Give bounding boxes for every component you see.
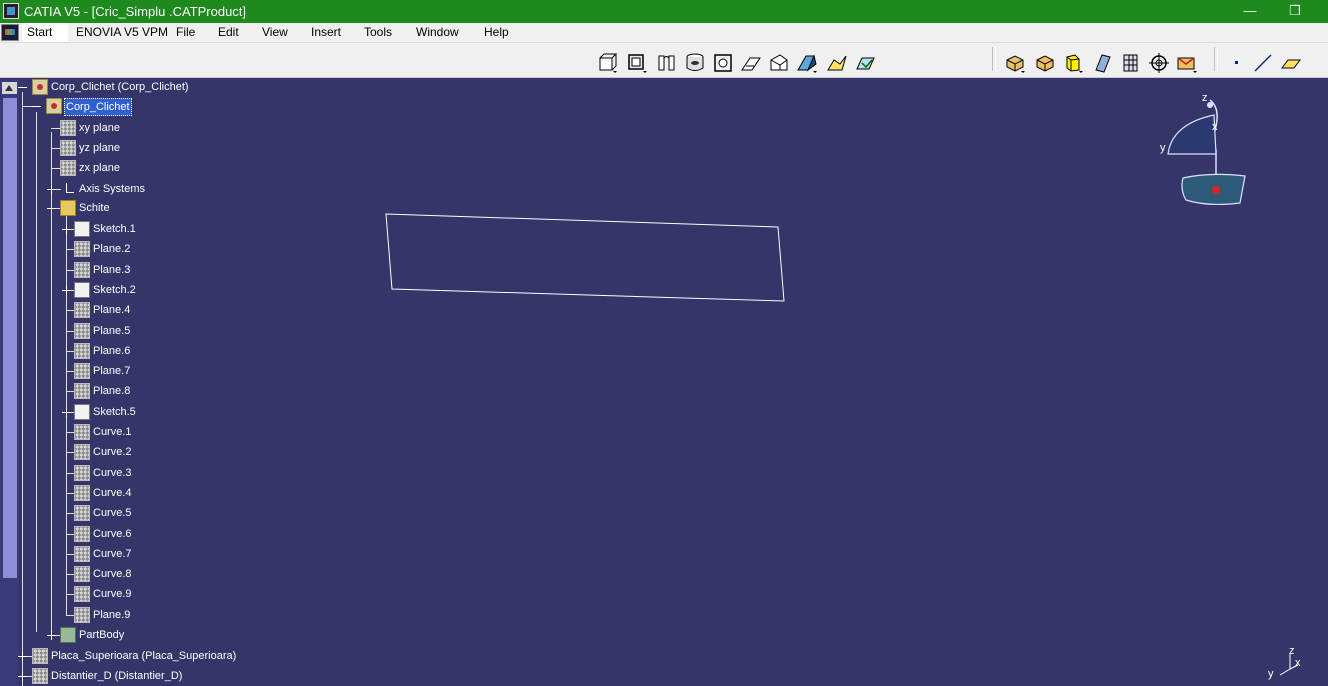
tree-node-partbody-label: PartBody: [79, 629, 125, 641]
curve-icon: [74, 424, 90, 440]
tree-node-plane-8-label: Plane.8: [93, 385, 131, 397]
tree-node-placa-superioara-label: Placa_Superioara (Placa_Superioara): [51, 650, 237, 662]
sketch-icon: [74, 404, 90, 420]
tree-node-sketch-2-label: Sketch.2: [93, 284, 136, 296]
tree-node-root-label: Corp_Clichet (Corp_Clichet): [51, 81, 189, 93]
axis-mini-x-label: x: [1295, 657, 1301, 669]
curve-icon: [74, 465, 90, 481]
axis-indicator: z x y: [1262, 645, 1308, 680]
tree-node-curve-2-label: Curve.2: [93, 446, 132, 458]
expand-partbody-expander[interactable]: [47, 631, 56, 640]
tree-node-zx-plane-label: zx plane: [79, 162, 120, 174]
compass-x-label: x: [1212, 121, 1218, 133]
curve-icon: [74, 546, 90, 562]
plane-icon: [74, 262, 90, 278]
tree-node-curve-3-label: Curve.3: [93, 467, 132, 479]
curve-icon: [74, 566, 90, 582]
curve-icon: [74, 505, 90, 521]
tree-connector-line: [22, 92, 23, 686]
expand-axis-systems-expander[interactable]: [47, 185, 56, 194]
tree-node-curve-6-label: Curve.6: [93, 528, 132, 540]
plane-icon: [74, 302, 90, 318]
tree-node-axis-systems-label: Axis Systems: [79, 183, 146, 195]
plane-icon: [74, 323, 90, 339]
compass-y-label: y: [1160, 142, 1166, 154]
tree-node-curve-4-label: Curve.4: [93, 487, 132, 499]
expand-sketch-5-expander[interactable]: [62, 408, 71, 417]
axis-mini-z-label: z: [1289, 645, 1295, 657]
collapse-schite-expander[interactable]: [47, 204, 56, 213]
tree-node-plane-2-label: Plane.2: [93, 243, 131, 255]
product-icon: [32, 79, 48, 95]
tree-node-curve-9-label: Curve.9: [93, 588, 132, 600]
specification-tree: Corp_Clichet (Corp_Clichet) Corp_Clichetx…: [0, 0, 400, 686]
part-icon: [32, 648, 48, 664]
collapse-part-expander[interactable]: [32, 102, 41, 111]
tree-node-curve-7-label: Curve.7: [93, 548, 132, 560]
tree-connector-line: [36, 112, 37, 632]
tree-node-plane-5-label: Plane.5: [93, 325, 131, 337]
tree-node-curve-8-label: Curve.8: [93, 568, 132, 580]
tree-node-part-label: Corp_Clichet: [64, 98, 132, 116]
plane-icon: [60, 120, 76, 136]
tree-node-sketch-5-label: Sketch.5: [93, 406, 136, 418]
tree-node-xy-plane-label: xy plane: [79, 122, 120, 134]
collapse-root-expander[interactable]: [18, 83, 27, 92]
sketch-icon: [74, 221, 90, 237]
plane-icon: [74, 241, 90, 257]
tree-node-plane-9-label: Plane.9: [93, 609, 131, 621]
plane-icon: [60, 140, 76, 156]
expand-placa-expander[interactable]: [18, 652, 27, 661]
tree-node-plane-7-label: Plane.7: [93, 365, 131, 377]
expand-sketch-1-expander[interactable]: [62, 225, 71, 234]
tree-node-yz-plane-label: yz plane: [79, 142, 120, 154]
curve-icon: [74, 444, 90, 460]
axis-system-icon: [60, 181, 76, 197]
plane-icon: [74, 607, 90, 623]
tree-node-plane-6-label: Plane.6: [93, 345, 131, 357]
plane-icon: [74, 363, 90, 379]
sketch-icon: [74, 282, 90, 298]
part-icon: [32, 668, 48, 684]
compass-z-label: z: [1202, 92, 1208, 104]
curve-icon: [74, 586, 90, 602]
plane-icon: [74, 383, 90, 399]
tree-node-curve-5-label: Curve.5: [93, 507, 132, 519]
curve-icon: [74, 485, 90, 501]
expand-distantier-expander[interactable]: [18, 672, 27, 681]
tree-node-curve-1-label: Curve.1: [93, 426, 132, 438]
tree-node-schite-label: Schite: [79, 202, 110, 214]
compass[interactable]: z x y: [1150, 88, 1260, 213]
expand-sketch-2-expander[interactable]: [62, 286, 71, 295]
tree-node-sketch-1-label: Sketch.1: [93, 223, 136, 235]
part-icon: [46, 98, 62, 114]
tree-node-plane-3-label: Plane.3: [93, 264, 131, 276]
axis-mini-y-label: y: [1268, 668, 1274, 680]
geometrical-set-icon: [60, 200, 76, 216]
plane-icon: [74, 343, 90, 359]
curve-icon: [74, 526, 90, 542]
plane-icon: [60, 160, 76, 176]
partbody-icon: [60, 627, 76, 643]
tree-node-plane-4-label: Plane.4: [93, 304, 131, 316]
tree-node-distantier-d-label: Distantier_D (Distantier_D): [51, 670, 183, 682]
